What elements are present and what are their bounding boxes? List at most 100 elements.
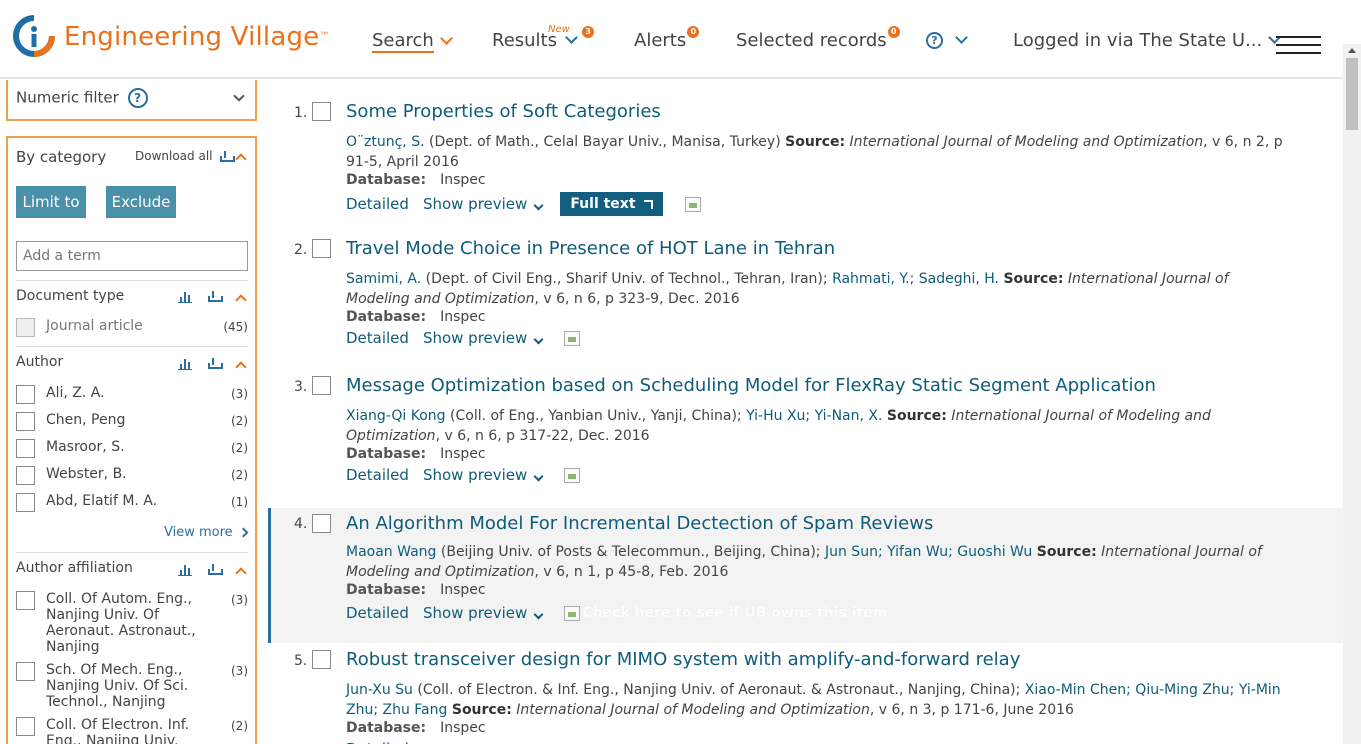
result-actions: Detailed (346, 740, 409, 744)
result-title-link[interactable]: Message Optimization based on Scheduling… (346, 375, 1156, 396)
download-icon[interactable] (208, 358, 223, 369)
full-text-label: Full text (570, 196, 636, 212)
library-link-image-icon[interactable] (564, 467, 581, 483)
logo-mark-icon (13, 15, 55, 57)
add-term-input[interactable] (16, 241, 248, 271)
checkbox[interactable] (16, 591, 35, 610)
bar-chart-icon[interactable] (178, 291, 192, 303)
download-icon[interactable] (208, 291, 223, 302)
download-all-link[interactable]: Download all (135, 149, 236, 163)
facet-item-label: Abd, Elatif M. A. (46, 493, 158, 509)
citation-details: , v 6, n 6, p 317-22, Dec. 2016 (435, 428, 650, 444)
nav-selected-records[interactable]: Selected records 0 (736, 25, 900, 51)
result-number: 1. (294, 105, 308, 121)
facet-item-count: (45) (223, 320, 248, 334)
full-text-button[interactable]: Full text (560, 192, 663, 216)
result-checkbox[interactable] (312, 514, 331, 533)
result-checkbox[interactable] (312, 102, 331, 121)
chevron-up-icon[interactable] (235, 153, 247, 165)
database-row: Database: Inspec (346, 720, 486, 736)
detailed-link[interactable]: Detailed (346, 604, 409, 622)
checkbox[interactable] (16, 466, 35, 485)
author-link[interactable]: Jun-Xu Su (346, 682, 413, 698)
result-number: 5. (294, 653, 308, 669)
download-icon[interactable] (208, 564, 223, 575)
checkbox[interactable] (16, 385, 35, 404)
checkbox[interactable] (16, 717, 35, 736)
result-citation: Samimi, A. (Dept. of Civil Eng., Sharif … (346, 269, 1286, 309)
ub-owns-link[interactable]: Check here to see if UB owns this item (582, 605, 887, 621)
chevron-down-icon[interactable] (233, 90, 245, 102)
nav-results[interactable]: Results 3 (492, 25, 594, 51)
show-preview-toggle[interactable]: Show preview (423, 604, 544, 622)
scrollbar-thumb[interactable] (1346, 58, 1358, 130)
numeric-filter-panel[interactable]: Numeric filter ? (6, 80, 257, 121)
result-checkbox[interactable] (312, 376, 331, 395)
author-link[interactable]: Maoan Wang (346, 544, 436, 560)
detailed-link[interactable]: Detailed (346, 329, 409, 347)
author-link[interactable]: O¨ztunç, S. (346, 134, 425, 150)
checkbox[interactable] (16, 412, 35, 431)
facet-item-label: Ali, Z. A. (46, 385, 105, 401)
download-icon (220, 151, 236, 162)
author-link[interactable]: Samimi, A. (346, 271, 421, 287)
view-more-link[interactable]: View more (164, 525, 249, 540)
database-label: Database: (346, 172, 427, 188)
result-title-link[interactable]: An Algorithm Model For Incremental Decte… (346, 513, 933, 534)
detailed-link[interactable]: Detailed (346, 740, 409, 744)
chevron-down-icon (533, 471, 544, 482)
facet-item-label: Chen, Peng (46, 412, 126, 428)
engineering-village-logo[interactable]: Engineering Village ™ (12, 14, 329, 59)
nav-account[interactable]: Logged in via The State U... (1013, 30, 1282, 51)
help-icon: ? (926, 32, 943, 49)
bar-chart-icon[interactable] (178, 564, 192, 576)
page-scrollbar[interactable] (1343, 44, 1361, 744)
library-link-image-icon[interactable] (564, 330, 581, 346)
author-link[interactable]: Xiang-Qi Kong (346, 408, 446, 424)
detailed-link[interactable]: Detailed (346, 195, 409, 213)
library-link-image-icon[interactable] (564, 605, 581, 621)
citation-details: , v 6, n 6, p 323-9, Dec. 2016 (534, 291, 740, 307)
checkbox[interactable] (16, 318, 35, 337)
result-checkbox[interactable] (312, 239, 331, 258)
scroll-up-arrow-icon[interactable] (1348, 48, 1356, 53)
facet-item-count: (3) (231, 593, 248, 607)
nav-search[interactable]: Search (372, 30, 453, 53)
limit-to-button[interactable]: Limit to (16, 186, 86, 218)
database-label: Database: (346, 309, 427, 325)
numeric-filter-title: Numeric filter ? (16, 88, 148, 108)
bar-chart-icon[interactable] (178, 358, 192, 370)
show-preview-toggle[interactable]: Show preview (423, 329, 544, 347)
library-link-image-icon[interactable] (684, 196, 701, 212)
checkbox[interactable] (16, 662, 35, 681)
result-citation: Xiang-Qi Kong (Coll. of Eng., Yanbian Un… (346, 406, 1286, 446)
facet-item-affiliation[interactable]: Coll. Of Electron. Inf. Eng., Nanjing Un… (16, 717, 248, 744)
facet-item-affiliation[interactable]: Sch. Of Mech. Eng., Nanjing Univ. Of Sci… (16, 662, 248, 712)
detailed-link[interactable]: Detailed (346, 466, 409, 484)
nav-alerts[interactable]: Alerts 0 (634, 25, 700, 51)
exclude-button[interactable]: Exclude (106, 186, 176, 218)
show-preview-toggle[interactable]: Show preview (423, 466, 544, 484)
author-link[interactable]: Yi-Hu Xu; Yi-Nan, X. (746, 408, 882, 424)
nav-help[interactable]: ? (926, 31, 968, 49)
help-icon[interactable]: ? (127, 88, 148, 108)
checkbox[interactable] (16, 493, 35, 512)
checkbox[interactable] (16, 439, 35, 458)
author-link[interactable]: Rahmati, Y.; Sadeghi, H. (832, 271, 999, 287)
hamburger-menu-icon[interactable] (1276, 36, 1321, 54)
result-title-link[interactable]: Travel Mode Choice in Presence of HOT La… (346, 238, 835, 259)
divider (16, 346, 248, 347)
facet-item-label: Sch. Of Mech. Eng., Nanjing Univ. Of Sci… (46, 662, 189, 710)
source-label: Source: (451, 702, 512, 718)
result-checkbox[interactable] (312, 650, 331, 669)
database-value: Inspec (440, 446, 486, 462)
database-value: Inspec (440, 720, 486, 736)
result-citation: Maoan Wang (Beijing Univ. of Posts & Tel… (346, 542, 1286, 582)
result-title-link[interactable]: Some Properties of Soft Categories (346, 101, 661, 122)
show-preview-toggle[interactable]: Show preview (422, 195, 544, 213)
result-title-link[interactable]: Robust transceiver design for MIMO syste… (346, 649, 1020, 670)
author-link[interactable]: Jun Sun; Yifan Wu; Guoshi Wu (825, 544, 1032, 560)
facet-item-affiliation[interactable]: Coll. Of Autom. Eng., Nanjing Univ. Of A… (16, 591, 248, 657)
result-citation: O¨ztunç, S. (Dept. of Math., Celal Bayar… (346, 132, 1286, 172)
show-preview-label: Show preview (422, 195, 528, 213)
